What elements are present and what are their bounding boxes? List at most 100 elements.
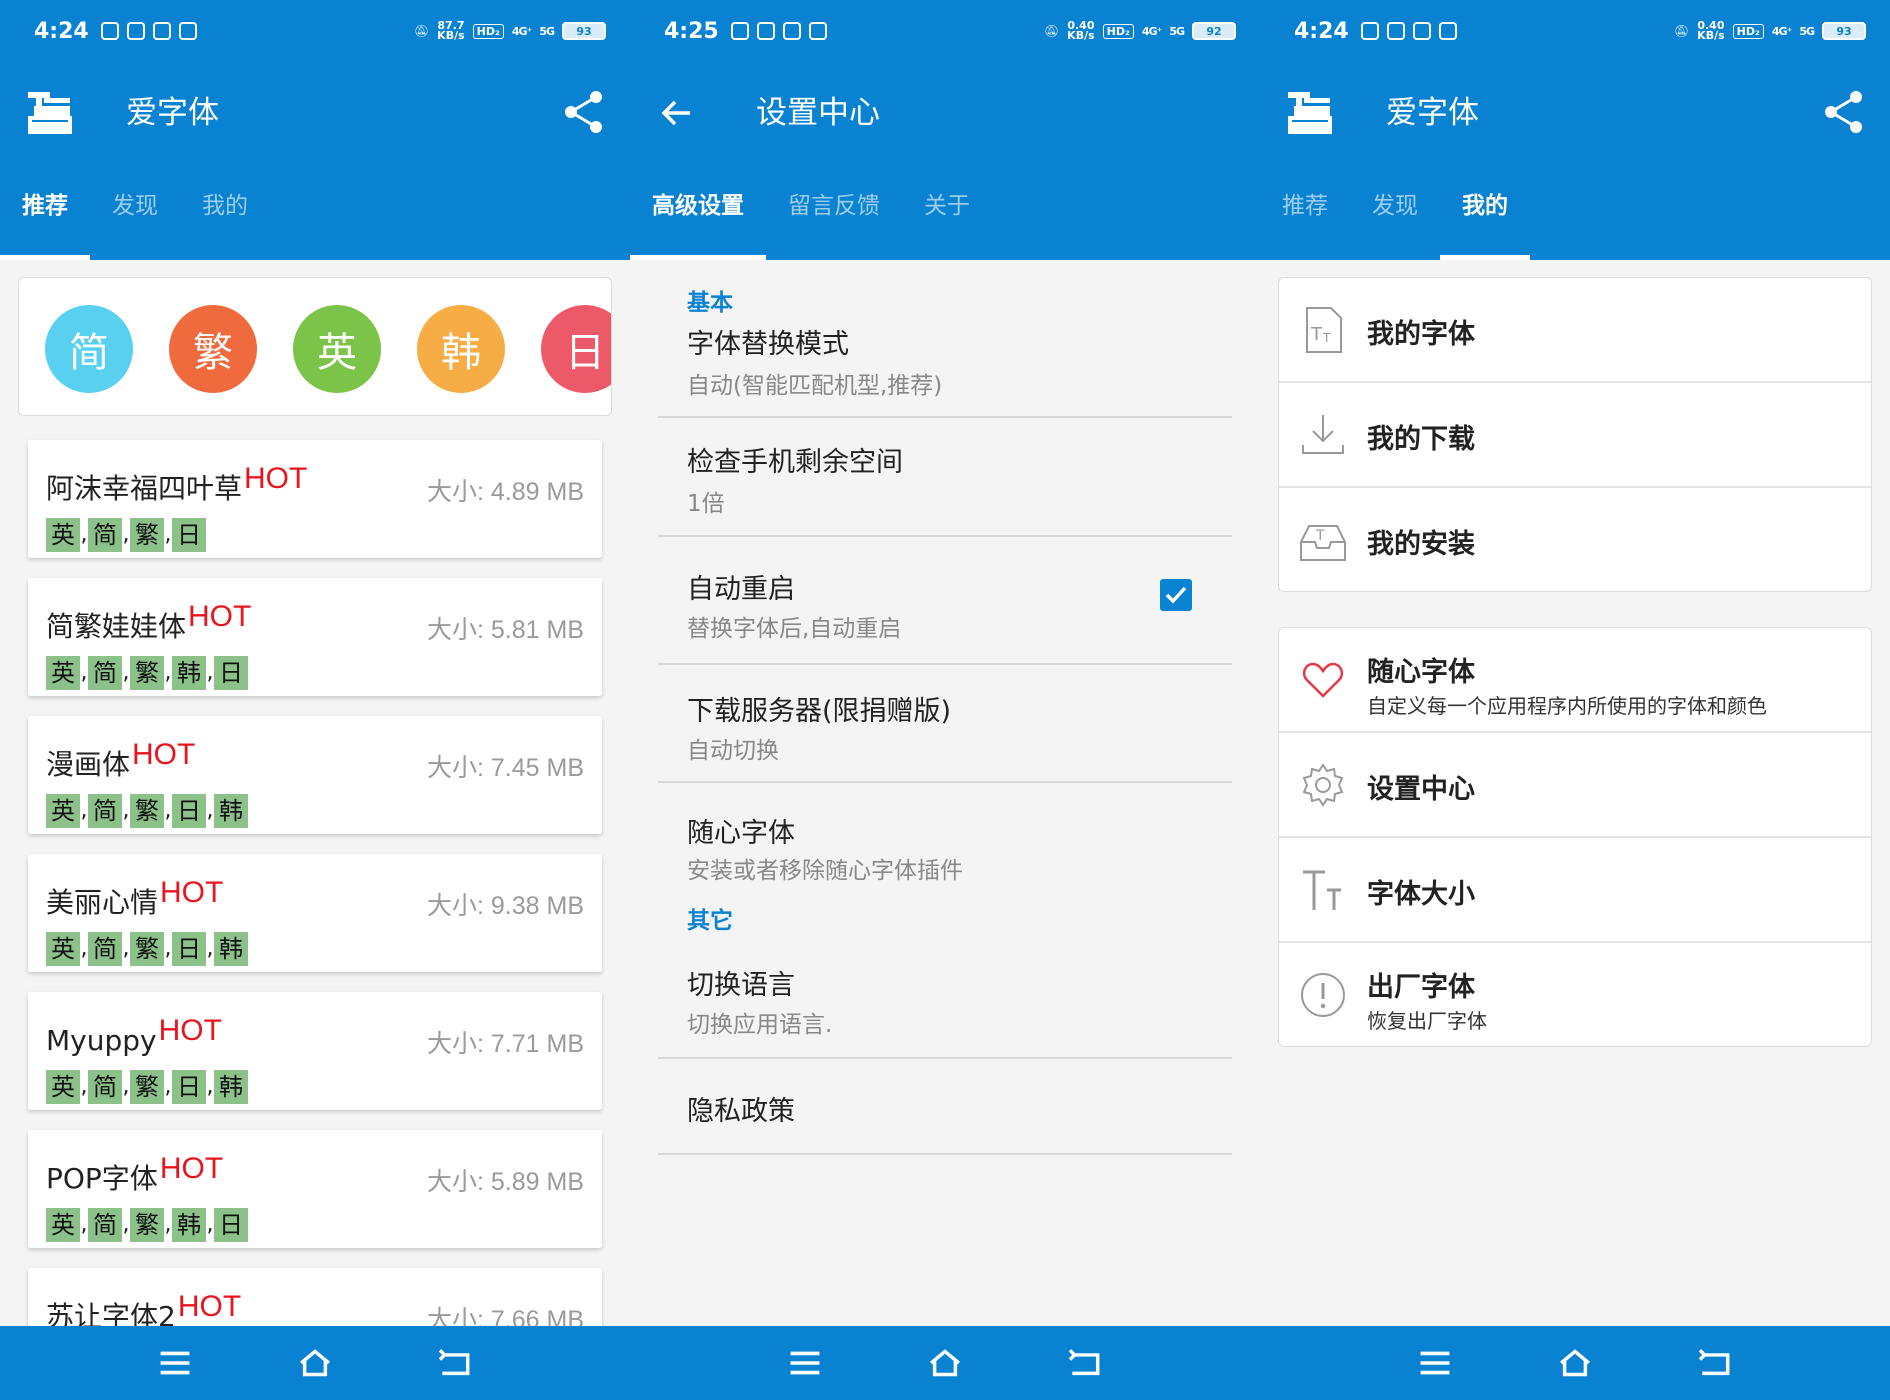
status-bar: 4:25 🔕︎ 0.40 KB/s HD₂ 4G⁺ 5G 92 xyxy=(630,0,1260,62)
share-icon[interactable] xyxy=(1822,88,1866,136)
setting-check-space[interactable]: 检查手机剩余空间 1倍 xyxy=(658,418,1232,537)
language-tag: 繁 xyxy=(130,1070,164,1104)
font-file-icon: TT xyxy=(1306,307,1342,353)
setting-auto-restart[interactable]: 自动重启 替换字体后,自动重启 xyxy=(658,537,1232,665)
language-tags: 英,简,繁,日,韩 xyxy=(46,932,248,966)
font-name-text: 阿沫幸福四叶草 xyxy=(46,472,243,505)
language-tags: 英,简,繁,韩,日 xyxy=(46,656,248,690)
lang-filter-traditional[interactable]: 繁 xyxy=(169,305,257,393)
font-card[interactable]: 美丽心情HOT 大小: 9.38 MB 英, 简, 繁, 日, 韩 xyxy=(28,854,602,972)
language-tag: 繁 xyxy=(130,518,164,552)
item-label: 我的字体 xyxy=(1367,319,1475,350)
inbox-icon: T xyxy=(1300,525,1346,561)
tab-mine[interactable]: 我的 xyxy=(180,156,270,260)
notification-icon xyxy=(756,22,775,40)
notification-icon xyxy=(730,22,749,40)
lang-filter-english[interactable]: 英 xyxy=(293,305,381,393)
tab-advanced-settings[interactable]: 高级设置 xyxy=(630,156,766,260)
status-time: 4:25 xyxy=(664,18,719,44)
setting-title: 切换语言 xyxy=(687,970,795,1001)
my-files-card: TT 我的字体 我的下载 T 我的安装 xyxy=(1278,277,1872,592)
notification-icon xyxy=(1412,22,1431,40)
tab-discover[interactable]: 发现 xyxy=(1350,156,1440,260)
notification-icon xyxy=(1438,22,1457,40)
language-tag: 韩 xyxy=(172,656,206,690)
return-icon[interactable] xyxy=(1067,1348,1103,1378)
tab-about[interactable]: 关于 xyxy=(902,156,992,260)
language-tag: 韩 xyxy=(214,794,248,828)
setting-font-replace-mode[interactable]: 字体替换模式 自动(智能匹配机型,推荐) xyxy=(658,318,1232,418)
hot-badge: HOT xyxy=(188,600,252,633)
my-fonts-item[interactable]: TT 我的字体 xyxy=(1279,278,1871,383)
setting-download-server[interactable]: 下载服务器(限捐赠版) 自动切换 xyxy=(658,665,1232,783)
tag-separator: , xyxy=(164,660,172,685)
font-card[interactable]: 漫画体HOT 大小: 7.45 MB 英, 简, 繁, 日, 韩 xyxy=(28,716,602,834)
free-font-item[interactable]: 随心字体 自定义每一个应用程序内所使用的字体和颜色 xyxy=(1279,628,1871,733)
lang-filter-korean[interactable]: 韩 xyxy=(417,305,505,393)
font-name: 阿沫幸福四叶草HOT xyxy=(46,462,307,507)
setting-privacy-policy[interactable]: 隐私政策 xyxy=(658,1059,1232,1155)
my-downloads-item[interactable]: 我的下载 xyxy=(1279,383,1871,488)
menu-icon[interactable] xyxy=(1417,1348,1453,1378)
font-size-item[interactable]: 字体大小 xyxy=(1279,838,1871,943)
setting-subtitle: 自动切换 xyxy=(687,738,779,764)
language-tag: 英 xyxy=(46,1208,80,1242)
menu-icon[interactable] xyxy=(157,1348,193,1378)
notification-icon xyxy=(100,22,119,40)
language-tag: 简 xyxy=(88,1070,122,1104)
settings-center-item[interactable]: 设置中心 xyxy=(1279,733,1871,838)
section-header-other: 其它 xyxy=(687,908,733,934)
home-icon[interactable] xyxy=(297,1348,333,1378)
tab-feedback[interactable]: 留言反馈 xyxy=(766,156,902,260)
font-size: 大小: 4.89 MB xyxy=(427,478,584,506)
home-icon[interactable] xyxy=(927,1348,963,1378)
tab-recommend[interactable]: 推荐 xyxy=(1260,156,1350,260)
item-subtitle: 恢复出厂字体 xyxy=(1367,1009,1487,1033)
language-tag: 简 xyxy=(88,932,122,966)
lang-filter-simplified[interactable]: 简 xyxy=(45,305,133,393)
hot-badge: HOT xyxy=(158,1014,222,1047)
alert-circle-icon xyxy=(1301,973,1345,1017)
font-card[interactable]: 简繁娃娃体HOT 大小: 5.81 MB 英, 简, 繁, 韩, 日 xyxy=(28,578,602,696)
share-icon[interactable] xyxy=(562,88,606,136)
signal-5g: 5G xyxy=(1169,24,1185,38)
nav-bar xyxy=(1260,1326,1890,1400)
font-card[interactable]: 阿沫幸福四叶草HOT 大小: 4.89 MB 英, 简, 繁, 日 xyxy=(28,440,602,558)
font-name: MyuppyHOT xyxy=(46,1014,222,1057)
auto-restart-checkbox[interactable] xyxy=(1160,579,1192,611)
hot-badge: HOT xyxy=(160,876,224,909)
setting-free-font[interactable]: 随心字体 安装或者移除随心字体插件 xyxy=(658,783,1232,899)
tab-discover[interactable]: 发现 xyxy=(90,156,180,260)
language-tag: 日 xyxy=(172,518,206,552)
notification-icon xyxy=(1360,22,1379,40)
setting-subtitle: 安装或者移除随心字体插件 xyxy=(687,858,963,884)
language-tag: 简 xyxy=(88,1208,122,1242)
font-card[interactable]: POP字体HOT 大小: 5.89 MB 英, 简, 繁, 韩, 日 xyxy=(28,1130,602,1248)
tab-bar: 推荐 发现 我的 xyxy=(0,156,630,260)
home-icon[interactable] xyxy=(1557,1348,1593,1378)
font-name: 漫画体HOT xyxy=(46,738,195,783)
factory-font-item[interactable]: 出厂字体 恢复出厂字体 xyxy=(1279,943,1871,1046)
lang-filter-japanese[interactable]: 日 xyxy=(541,305,611,393)
notification-icon xyxy=(1386,22,1405,40)
return-icon[interactable] xyxy=(437,1348,473,1378)
menu-icon[interactable] xyxy=(787,1348,823,1378)
setting-switch-language[interactable]: 切换语言 切换应用语言. xyxy=(658,953,1232,1059)
language-tag: 日 xyxy=(172,794,206,828)
font-name-text: 简繁娃娃体 xyxy=(46,610,187,643)
tab-mine[interactable]: 我的 xyxy=(1440,156,1530,260)
hot-badge: HOT xyxy=(159,1152,224,1185)
font-card[interactable]: MyuppyHOT 大小: 7.71 MB 英, 简, 繁, 日, 韩 xyxy=(28,992,602,1110)
my-installs-item[interactable]: T 我的安装 xyxy=(1279,488,1871,591)
back-arrow-icon[interactable] xyxy=(660,90,694,136)
tag-separator: , xyxy=(206,1212,214,1237)
app-title: 爱字体 xyxy=(126,95,219,131)
notification-icon xyxy=(782,22,801,40)
notification-icon xyxy=(178,22,197,40)
checkmark-icon xyxy=(1165,586,1187,604)
return-icon[interactable] xyxy=(1697,1348,1733,1378)
language-tag: 韩 xyxy=(214,932,248,966)
settings-list: 基本 字体替换模式 自动(智能匹配机型,推荐) 检查手机剩余空间 1倍 自动重启… xyxy=(658,268,1232,1155)
language-tag: 日 xyxy=(172,932,206,966)
tab-recommend[interactable]: 推荐 xyxy=(0,156,90,260)
